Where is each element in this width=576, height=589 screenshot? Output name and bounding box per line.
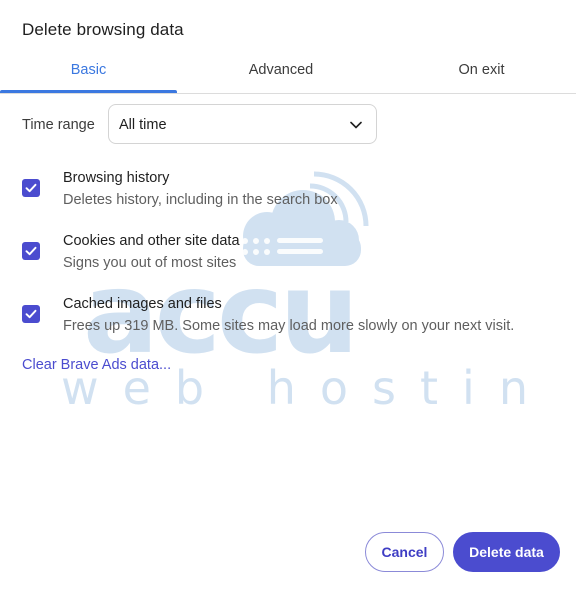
- time-range-label: Time range: [22, 117, 95, 133]
- browsing-history-checkbox[interactable]: [22, 179, 40, 197]
- checkmark-icon: [25, 246, 37, 256]
- tab-on-exit[interactable]: On exit: [387, 52, 576, 92]
- cancel-button[interactable]: Cancel: [365, 532, 444, 572]
- tab-basic[interactable]: Basic: [0, 52, 177, 93]
- option-title: Cookies and other site data: [63, 233, 240, 249]
- option-title: Browsing history: [63, 170, 170, 186]
- option-subtitle: Frees up 319 MB. Some sites may load mor…: [63, 318, 515, 334]
- checkmark-icon: [25, 183, 37, 193]
- cached-images-checkbox[interactable]: [22, 305, 40, 323]
- dialog-title: Delete browsing data: [22, 20, 184, 39]
- chevron-down-icon: [350, 121, 362, 129]
- tab-bar: Basic Advanced On exit: [0, 52, 576, 94]
- option-cached-images: Cached images and files Frees up 319 MB.…: [22, 296, 542, 340]
- clear-brave-ads-link[interactable]: Clear Brave Ads data...: [22, 357, 171, 373]
- checkmark-icon: [25, 309, 37, 319]
- option-cookies: Cookies and other site data Signs you ou…: [22, 233, 542, 277]
- option-subtitle: Signs you out of most sites: [63, 255, 237, 271]
- option-browsing-history: Browsing history Deletes history, includ…: [22, 170, 542, 214]
- option-subtitle: Deletes history, including in the search…: [63, 192, 338, 208]
- option-title: Cached images and files: [63, 296, 222, 312]
- time-range-select[interactable]: All time: [108, 104, 377, 144]
- time-range-value: All time: [119, 117, 167, 133]
- tab-advanced[interactable]: Advanced: [185, 52, 377, 92]
- delete-data-button[interactable]: Delete data: [453, 532, 560, 572]
- cookies-checkbox[interactable]: [22, 242, 40, 260]
- delete-browsing-data-dialog: Delete browsing data Basic Advanced On e…: [0, 0, 576, 589]
